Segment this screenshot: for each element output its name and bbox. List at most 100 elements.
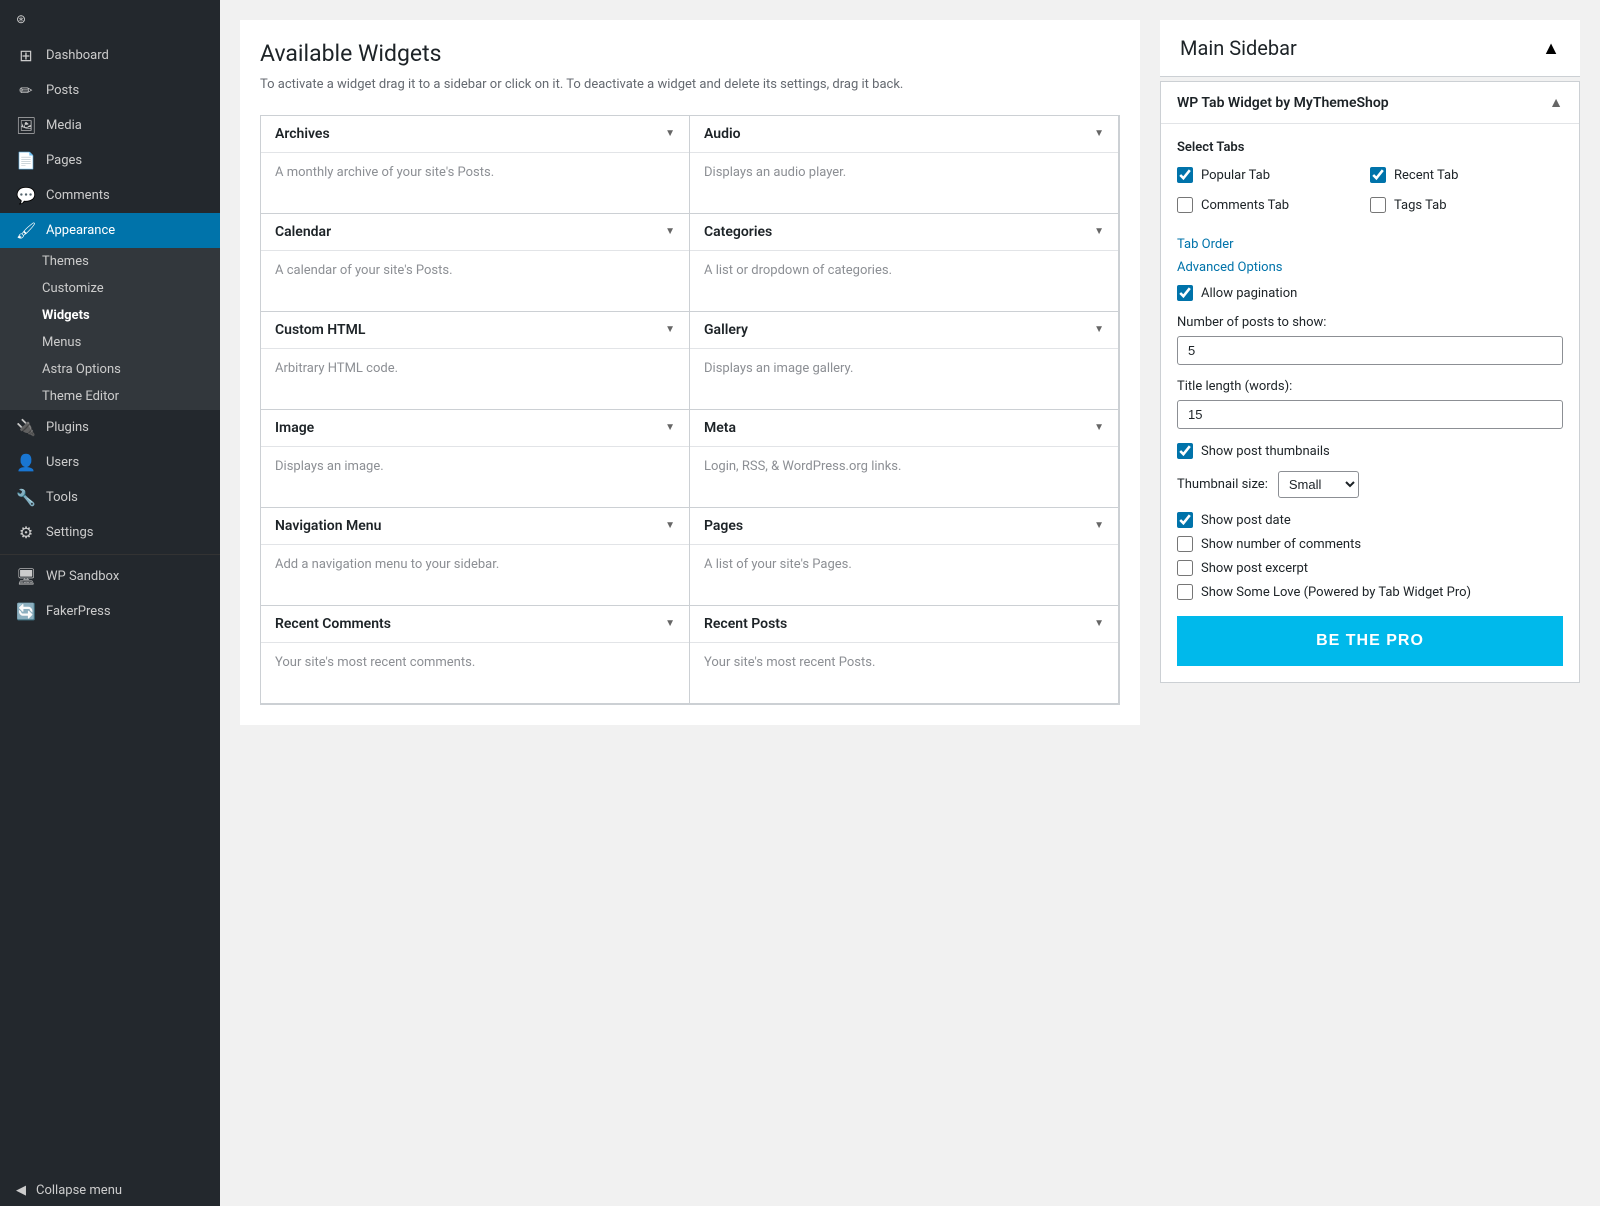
widget-header-pages[interactable]: Pages ▼ bbox=[690, 508, 1118, 545]
show-comments-row[interactable]: Show number of comments bbox=[1177, 536, 1563, 552]
popular-tab-checkbox[interactable] bbox=[1177, 167, 1193, 183]
sidebar-sub-widgets[interactable]: Widgets bbox=[0, 302, 220, 329]
widget-title-gallery: Gallery bbox=[704, 322, 748, 338]
posts-icon: ✏ bbox=[16, 81, 36, 100]
widget-header-custom-html[interactable]: Custom HTML ▼ bbox=[261, 312, 689, 349]
title-length-label: Title length (words): bbox=[1177, 379, 1563, 394]
widget-title-navigation-menu: Navigation Menu bbox=[275, 518, 381, 534]
show-thumbnails-row[interactable]: Show post thumbnails bbox=[1177, 443, 1563, 459]
select-tabs-label: Select Tabs bbox=[1177, 140, 1563, 155]
tabs-checkboxes: Popular Tab Recent Tab Comments Tab Tags… bbox=[1177, 167, 1563, 221]
widget-desc-navigation-menu: Add a navigation menu to your sidebar. bbox=[261, 545, 689, 605]
show-date-row[interactable]: Show post date bbox=[1177, 512, 1563, 528]
sidebar-item-tools[interactable]: 🔧 Tools bbox=[0, 480, 220, 515]
sidebar-item-posts[interactable]: ✏ Posts bbox=[0, 73, 220, 108]
widget-header-gallery[interactable]: Gallery ▼ bbox=[690, 312, 1118, 349]
widget-chevron-navigation-menu: ▼ bbox=[665, 520, 675, 531]
sidebar-item-label: Dashboard bbox=[46, 48, 109, 63]
sidebar-item-wp-sandbox[interactable]: 🖥 WP Sandbox bbox=[0, 559, 220, 594]
sidebar-item-pages[interactable]: 📄 Pages bbox=[0, 143, 220, 178]
sidebar-item-label: Media bbox=[46, 118, 82, 133]
wp-tab-widget-header[interactable]: WP Tab Widget by MyThemeShop ▲ bbox=[1161, 82, 1579, 124]
settings-icon: ⚙ bbox=[16, 523, 36, 542]
widget-header-recent-posts[interactable]: Recent Posts ▼ bbox=[690, 606, 1118, 643]
wp-tab-widget-title: WP Tab Widget by MyThemeShop bbox=[1177, 95, 1389, 111]
show-excerpt-row[interactable]: Show post excerpt bbox=[1177, 560, 1563, 576]
sidebar-sub-customize[interactable]: Customize bbox=[0, 275, 220, 302]
widget-navigation-menu: Navigation Menu ▼ Add a navigation menu … bbox=[260, 507, 690, 606]
widget-archives: Archives ▼ A monthly archive of your sit… bbox=[260, 115, 690, 214]
show-excerpt-label: Show post excerpt bbox=[1201, 561, 1308, 576]
main-sidebar-header[interactable]: Main Sidebar ▲ bbox=[1160, 20, 1580, 77]
widget-header-archives[interactable]: Archives ▼ bbox=[261, 116, 689, 153]
show-thumbnails-checkbox[interactable] bbox=[1177, 443, 1193, 459]
tab-order-link[interactable]: Tab Order bbox=[1177, 237, 1563, 252]
sidebar-item-label: Users bbox=[46, 455, 79, 470]
popular-tab-checkbox-row[interactable]: Popular Tab bbox=[1177, 167, 1370, 183]
show-date-checkbox[interactable] bbox=[1177, 512, 1193, 528]
sidebar-item-label: Comments bbox=[46, 188, 110, 203]
num-posts-input[interactable] bbox=[1177, 336, 1563, 365]
wp-logo: ⊛ bbox=[0, 0, 220, 38]
wp-tab-widget-collapse-icon: ▲ bbox=[1549, 94, 1563, 111]
users-icon: 👤 bbox=[16, 453, 36, 472]
widget-header-navigation-menu[interactable]: Navigation Menu ▼ bbox=[261, 508, 689, 545]
sidebar-sub-menus[interactable]: Menus bbox=[0, 329, 220, 356]
thumbnail-size-select[interactable]: Small Medium Large bbox=[1278, 471, 1359, 498]
tags-tab-checkbox-row[interactable]: Tags Tab bbox=[1370, 197, 1563, 213]
sidebar-item-dashboard[interactable]: ⊞ Dashboard bbox=[0, 38, 220, 73]
widget-header-image[interactable]: Image ▼ bbox=[261, 410, 689, 447]
collapse-menu-button[interactable]: ◀ Collapse menu bbox=[0, 1175, 220, 1206]
recent-tab-checkbox-row[interactable]: Recent Tab bbox=[1370, 167, 1563, 183]
sidebar-item-plugins[interactable]: 🔌 Plugins bbox=[0, 410, 220, 445]
widget-header-audio[interactable]: Audio ▼ bbox=[690, 116, 1118, 153]
widget-header-categories[interactable]: Categories ▼ bbox=[690, 214, 1118, 251]
show-love-label: Show Some Love (Powered by Tab Widget Pr… bbox=[1201, 585, 1471, 600]
widget-desc-recent-posts: Your site's most recent Posts. bbox=[690, 643, 1118, 703]
widget-desc-recent-comments: Your site's most recent comments. bbox=[261, 643, 689, 703]
sidebar-item-fakerpress[interactable]: 🔄 FakerPress bbox=[0, 594, 220, 629]
sidebar-item-comments[interactable]: 💬 Comments bbox=[0, 178, 220, 213]
tags-tab-checkbox[interactable] bbox=[1370, 197, 1386, 213]
comments-tab-checkbox-row[interactable]: Comments Tab bbox=[1177, 197, 1370, 213]
show-excerpt-checkbox[interactable] bbox=[1177, 560, 1193, 576]
appearance-icon: 🖌 bbox=[16, 221, 36, 240]
be-pro-button[interactable]: BE THE PRO bbox=[1177, 616, 1563, 666]
advanced-options-link[interactable]: Advanced Options bbox=[1177, 260, 1563, 275]
widget-recent-comments: Recent Comments ▼ Your site's most recen… bbox=[260, 605, 690, 704]
wp-sandbox-icon: 🖥 bbox=[16, 567, 36, 586]
collapse-sidebar-icon: ▲ bbox=[1542, 38, 1560, 59]
sidebar-item-label: FakerPress bbox=[46, 604, 111, 619]
sidebar-sub-astra[interactable]: Astra Options bbox=[0, 356, 220, 383]
allow-pagination-row[interactable]: Allow pagination bbox=[1177, 285, 1563, 301]
show-love-row[interactable]: Show Some Love (Powered by Tab Widget Pr… bbox=[1177, 584, 1563, 600]
show-love-checkbox[interactable] bbox=[1177, 584, 1193, 600]
allow-pagination-label: Allow pagination bbox=[1201, 286, 1297, 301]
allow-pagination-checkbox[interactable] bbox=[1177, 285, 1193, 301]
title-length-input[interactable] bbox=[1177, 400, 1563, 429]
widget-title-calendar: Calendar bbox=[275, 224, 331, 240]
show-comments-checkbox[interactable] bbox=[1177, 536, 1193, 552]
sidebar-sub-themes[interactable]: Themes bbox=[0, 248, 220, 275]
sidebar-item-settings[interactable]: ⚙ Settings bbox=[0, 515, 220, 550]
dashboard-icon: ⊞ bbox=[16, 46, 36, 65]
num-posts-label: Number of posts to show: bbox=[1177, 315, 1563, 330]
widget-meta: Meta ▼ Login, RSS, & WordPress.org links… bbox=[689, 409, 1119, 508]
tools-icon: 🔧 bbox=[16, 488, 36, 507]
widget-title-archives: Archives bbox=[275, 126, 330, 142]
sidebar-item-users[interactable]: 👤 Users bbox=[0, 445, 220, 480]
comments-tab-checkbox[interactable] bbox=[1177, 197, 1193, 213]
sidebar-sub-theme-editor[interactable]: Theme Editor bbox=[0, 383, 220, 410]
widget-header-meta[interactable]: Meta ▼ bbox=[690, 410, 1118, 447]
widget-image: Image ▼ Displays an image. bbox=[260, 409, 690, 508]
sidebar-item-media[interactable]: 🖼 Media bbox=[0, 108, 220, 143]
admin-sidebar: ⊛ ⊞ Dashboard ✏ Posts 🖼 Media 📄 Pages 💬 … bbox=[0, 0, 220, 1206]
page-description: To activate a widget drag it to a sideba… bbox=[260, 75, 1120, 95]
thumbnail-size-row: Thumbnail size: Small Medium Large bbox=[1177, 471, 1563, 498]
sidebar-item-appearance[interactable]: 🖌 Appearance bbox=[0, 213, 220, 248]
recent-tab-checkbox[interactable] bbox=[1370, 167, 1386, 183]
widget-desc-categories: A list or dropdown of categories. bbox=[690, 251, 1118, 311]
widget-chevron-image: ▼ bbox=[665, 422, 675, 433]
widget-header-recent-comments[interactable]: Recent Comments ▼ bbox=[261, 606, 689, 643]
widget-header-calendar[interactable]: Calendar ▼ bbox=[261, 214, 689, 251]
